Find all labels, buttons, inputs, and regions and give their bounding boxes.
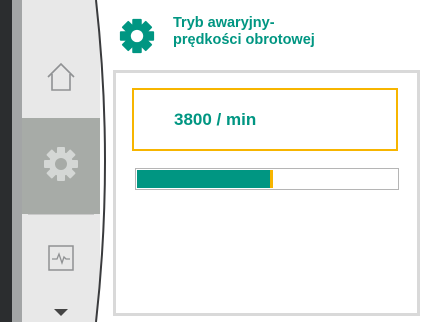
sidebar-divider (28, 214, 94, 215)
sidebar-item-home[interactable] (22, 40, 100, 118)
sidebar (22, 0, 100, 322)
scroll-down-button[interactable] (22, 306, 100, 320)
page-title: Tryb awaryjny- prędkości obrotowej (173, 15, 413, 49)
triangle-down-icon (54, 304, 68, 322)
diagnostics-waveform-icon (46, 243, 76, 278)
page-title-line2: prędkości obrotowej (173, 32, 315, 48)
sidebar-item-diagnostics[interactable] (22, 228, 100, 292)
device-bezel (0, 0, 12, 322)
rail-divider (95, 0, 114, 322)
speed-progress-marker (270, 170, 273, 188)
speed-progress-bar (135, 168, 399, 190)
speed-value: 3800 / min (174, 110, 257, 129)
gear-icon (118, 17, 156, 55)
speed-progress-fill (137, 170, 270, 188)
home-icon (44, 60, 78, 99)
settings-gear-icon (41, 144, 81, 189)
page-title-line1: Tryb awaryjny- (173, 15, 275, 31)
speed-value-field[interactable]: 3800 / min (132, 88, 398, 151)
sidebar-item-settings[interactable] (22, 118, 100, 214)
